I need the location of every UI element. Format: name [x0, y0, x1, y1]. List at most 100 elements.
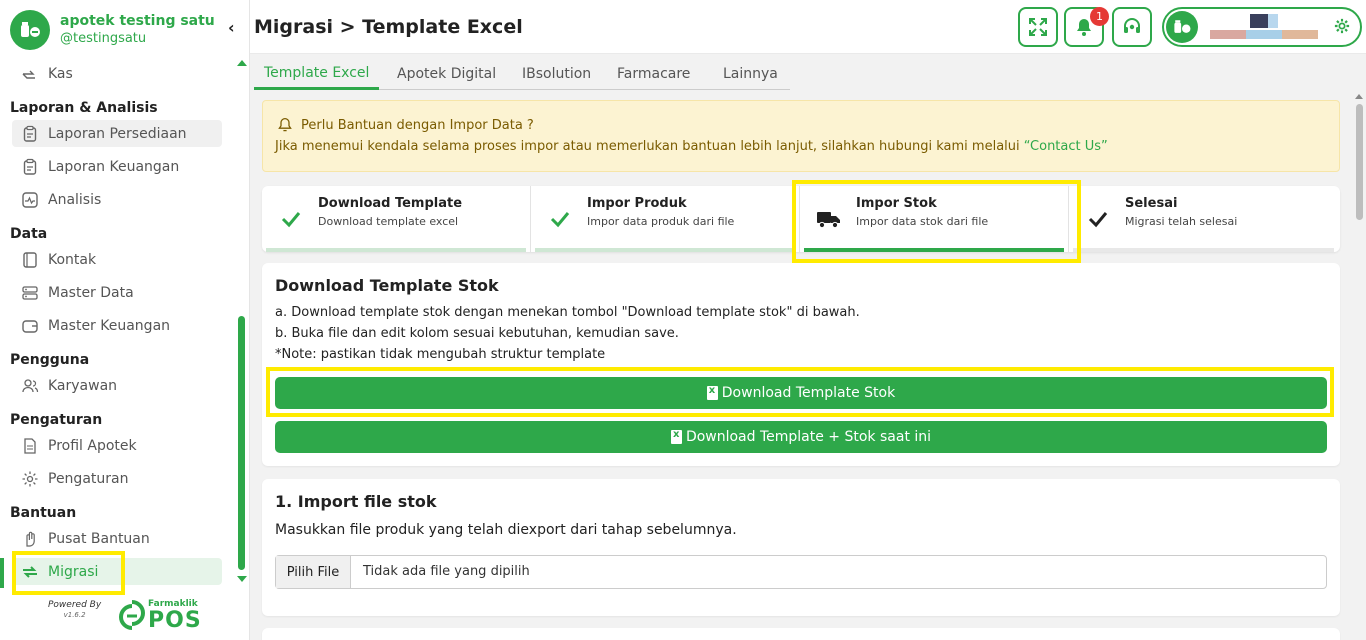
check-icon	[278, 206, 304, 232]
check-icon	[1085, 206, 1111, 232]
app-version: v1.6.2	[63, 611, 86, 619]
gear-icon[interactable]	[1334, 18, 1350, 38]
cash-icon	[20, 64, 40, 84]
sidebar-item-kontak[interactable]: Kontak	[12, 246, 222, 273]
sidebar-item-label: Master Keuangan	[48, 317, 171, 334]
top-header: Migrasi > Template Excel 1	[250, 0, 1366, 54]
instruction-b: b. Buka file dan edit kolom sesuai kebut…	[275, 326, 679, 341]
help-alert: Perlu Bantuan dengan Impor Data ? Jika m…	[262, 100, 1340, 172]
powered-by: Powered By v1.6.2	[48, 600, 101, 620]
step-title: Impor Stok	[856, 196, 937, 211]
step-selesai[interactable]: Selesai Migrasi telah selesai	[1069, 186, 1338, 252]
tab-lainnya[interactable]: Lainnya	[713, 58, 788, 89]
sidebar-item-label: Migrasi	[48, 563, 99, 580]
sidebar-scroll-thumb[interactable]	[238, 316, 245, 570]
pharmacy-logo-icon	[1174, 20, 1191, 33]
step-progress	[1073, 248, 1334, 252]
button-label: Download Template Stok	[721, 385, 896, 401]
choose-file-button[interactable]: Pilih File	[276, 556, 351, 588]
card-title: 1. Import file stok	[275, 492, 437, 511]
sidebar-item-label: Profil Apotek	[48, 437, 137, 454]
wallet-icon	[20, 316, 40, 336]
contact-book-icon	[20, 250, 40, 270]
tab-ibsolution[interactable]: IBsolution	[512, 58, 601, 89]
nav-heading-bantuan: Bantuan	[10, 505, 77, 521]
nav-heading-laporan: Laporan & Analisis	[10, 100, 158, 116]
sidebar-item-analisis[interactable]: Analisis	[12, 186, 222, 213]
alert-text: Jika menemui kendala selama proses impor…	[275, 139, 1108, 154]
step-download-template[interactable]: Download Template Download template exce…	[262, 186, 531, 252]
clipboard-icon	[20, 124, 40, 144]
step-subtitle: Impor data stok dari file	[856, 215, 989, 228]
main-scroll-thumb[interactable]	[1356, 104, 1363, 220]
step-title: Download Template	[318, 196, 463, 211]
redacted-name	[1268, 14, 1278, 28]
excel-file-icon	[706, 385, 718, 400]
step-impor-produk[interactable]: Impor Produk Impor data produk dari file	[531, 186, 800, 252]
download-template-stok-button[interactable]: Download Template Stok	[275, 377, 1327, 409]
users-icon	[20, 376, 40, 396]
check-icon	[547, 206, 573, 232]
sidebar-item-karyawan[interactable]: Karyawan	[12, 372, 222, 399]
sidebar-item-label: Pusat Bantuan	[48, 530, 150, 547]
support-button[interactable]	[1112, 7, 1152, 47]
sidebar-item-kas[interactable]: Kas	[12, 60, 222, 87]
import-file-card: 1. Import file stok Masukkan file produk…	[262, 479, 1340, 616]
bell-icon	[277, 117, 293, 137]
step-progress	[804, 248, 1064, 252]
brand-handle: @testingsatu	[60, 31, 147, 46]
nav-heading-data: Data	[10, 226, 48, 242]
step-progress	[535, 248, 795, 252]
sidebar-item-laporan-keuangan[interactable]: Laporan Keuangan	[12, 153, 222, 180]
import-description: Masukkan file produk yang telah diexport…	[275, 522, 737, 538]
scroll-up-icon[interactable]	[1355, 94, 1363, 99]
contact-us-link[interactable]: “Contact Us”	[1024, 139, 1108, 154]
tab-template-excel[interactable]: Template Excel	[254, 58, 380, 90]
pulse-chart-icon	[20, 190, 40, 210]
notification-button[interactable]: 1	[1064, 7, 1109, 47]
sidebar-item-pengaturan[interactable]: Pengaturan	[12, 465, 222, 492]
next-card	[262, 628, 1340, 640]
sidebar-scrollbar[interactable]	[237, 60, 247, 588]
powered-by-label: Powered By	[48, 600, 102, 610]
step-impor-stok[interactable]: Impor Stok Impor data stok dari file	[800, 186, 1069, 252]
instruction-a: a. Download template stok dengan menekan…	[275, 305, 860, 320]
step-title: Selesai	[1125, 196, 1178, 211]
sidebar-item-laporan-persediaan[interactable]: Laporan Persediaan	[12, 120, 222, 147]
migration-steps: Download Template Download template exce…	[262, 186, 1340, 252]
document-icon	[20, 436, 40, 456]
fullscreen-button[interactable]	[1018, 7, 1058, 47]
active-indicator	[0, 558, 4, 588]
scroll-up-icon[interactable]	[237, 60, 247, 66]
redacted-name	[1282, 30, 1318, 39]
sidebar-item-label: Kontak	[48, 251, 97, 268]
file-input[interactable]: Pilih File Tidak ada file yang dipilih	[275, 555, 1327, 589]
sidebar-item-label: Analisis	[48, 191, 102, 208]
download-template-plus-stok-button[interactable]: Download Template + Stok saat ini	[275, 421, 1327, 453]
card-title: Download Template Stok	[275, 276, 499, 295]
alert-title: Perlu Bantuan dengan Impor Data ?	[301, 118, 534, 133]
nav-heading-pengguna: Pengguna	[10, 352, 90, 368]
migrate-icon	[20, 562, 40, 582]
tab-apotek-digital[interactable]: Apotek Digital	[387, 58, 506, 89]
chevron-left-icon[interactable]: ‹	[228, 18, 235, 37]
sidebar-item-label: Pengaturan	[48, 470, 129, 487]
step-subtitle: Download template excel	[318, 215, 459, 228]
sidebar-item-profil-apotek[interactable]: Profil Apotek	[12, 432, 222, 459]
notification-badge: 1	[1090, 7, 1109, 26]
alert-body: Jika menemui kendala selama proses impor…	[275, 139, 1020, 154]
redacted-name	[1246, 30, 1282, 39]
sidebar-item-master-keuangan[interactable]: Master Keuangan	[12, 312, 222, 339]
brand[interactable]: apotek testing satu @testingsatu	[10, 8, 215, 52]
main-scrollbar[interactable]	[1353, 92, 1366, 640]
profile-menu[interactable]	[1162, 7, 1362, 47]
sidebar-item-master-data[interactable]: Master Data	[12, 279, 222, 306]
sidebar-nav: Kas Laporan & Analisis Laporan Persediaa…	[0, 58, 234, 590]
sidebar-item-pusat-bantuan[interactable]: Pusat Bantuan	[12, 525, 222, 552]
sidebar-item-migrasi[interactable]: Migrasi	[12, 558, 222, 585]
sidebar: apotek testing satu @testingsatu ‹ Kas L…	[0, 0, 250, 640]
expand-icon	[1029, 18, 1047, 36]
scroll-down-icon[interactable]	[237, 576, 247, 582]
tab-farmacare[interactable]: Farmacare	[607, 58, 700, 89]
redacted-name	[1250, 14, 1268, 28]
